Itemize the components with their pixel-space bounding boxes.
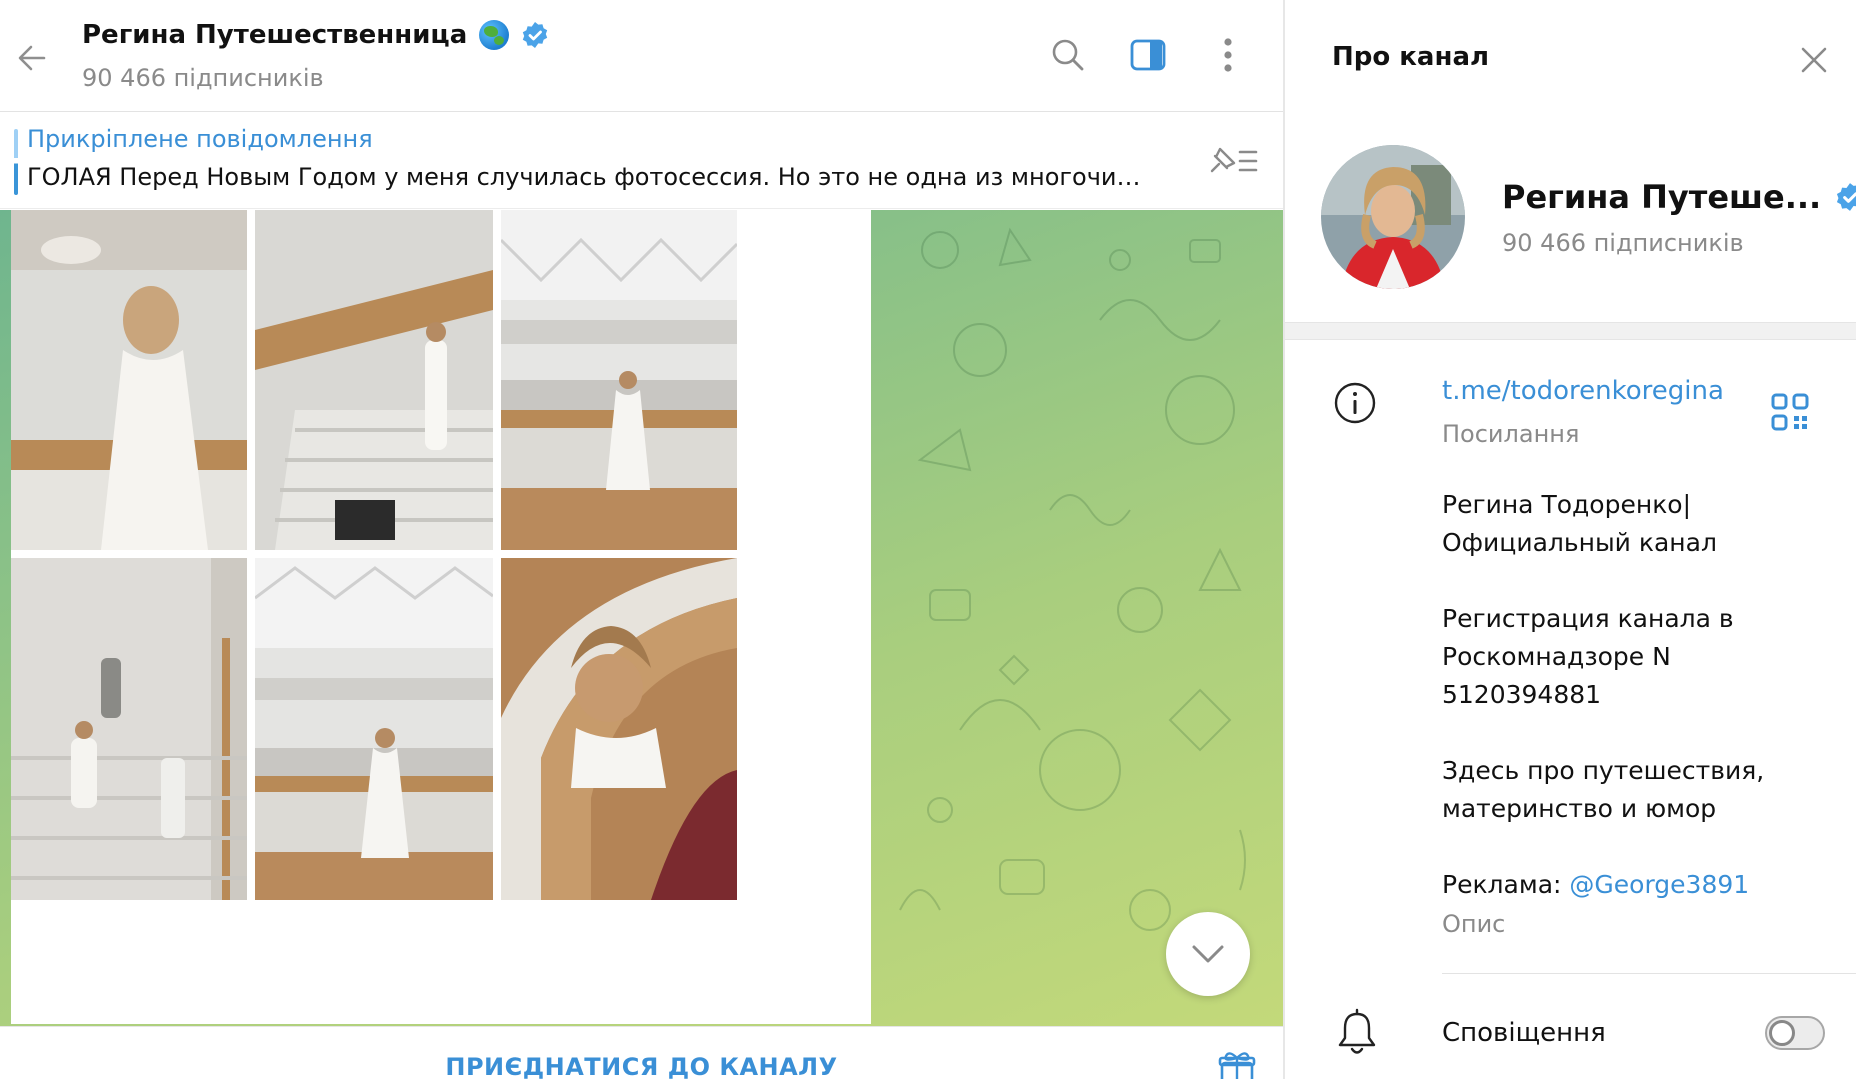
ad-contact-mention[interactable]: @George3891 xyxy=(1569,870,1749,899)
channel-info-panel: Про канал Регина Путеше... 90 466 підпис… xyxy=(1285,0,1856,1079)
gift-icon[interactable] xyxy=(1217,1049,1257,1079)
description-line: Роскомнадзоре N xyxy=(1442,642,1671,671)
pin-list-icon xyxy=(1210,147,1258,173)
search-icon xyxy=(1052,39,1084,71)
more-menu-button[interactable] xyxy=(1203,30,1253,80)
channel-title[interactable]: Регина Путешественница xyxy=(82,20,549,50)
join-channel-button[interactable]: ПРИЄДНАТИСЯ ДО КАНАЛУ xyxy=(0,1027,1283,1079)
album-photo-3[interactable] xyxy=(501,210,737,550)
channel-description: Регина Тодоренко| Официальный канал Реги… xyxy=(1442,486,1822,908)
ad-paragraph: Реклама: @George3891 xyxy=(1442,866,1822,904)
section-separator xyxy=(1285,322,1856,340)
description-line: Официальный канал xyxy=(1442,528,1717,557)
photo-image xyxy=(11,210,247,550)
album-photo-1[interactable] xyxy=(11,210,247,550)
bell-icon xyxy=(1338,1008,1376,1054)
description-line: Здесь про путешествия, xyxy=(1442,756,1765,785)
back-button[interactable] xyxy=(10,36,54,80)
sidebar-toggle-button[interactable] xyxy=(1123,30,1173,80)
description-line: Регистрация канала в xyxy=(1442,604,1734,633)
photo-image xyxy=(501,210,737,550)
album-photo-6[interactable] xyxy=(501,558,737,900)
pinned-indicator xyxy=(14,129,18,195)
qr-code-icon[interactable] xyxy=(1770,392,1810,432)
description-line: Регина Тодоренко| xyxy=(1442,490,1692,519)
pinned-message[interactable]: Прикріплене повідомлення ГОЛАЯ Перед Нов… xyxy=(0,113,1283,209)
channel-avatar[interactable] xyxy=(1321,145,1465,289)
chat-header: Регина Путешественница 90 466 підписникі… xyxy=(0,0,1283,112)
photo-image xyxy=(501,558,737,900)
photo-image xyxy=(255,210,493,550)
info-icon xyxy=(1334,382,1376,424)
notifications-label: Сповіщення xyxy=(1442,1018,1606,1048)
photo-image xyxy=(255,558,493,900)
description-paragraph: Здесь про путешествия, материнство и юмо… xyxy=(1442,752,1822,828)
link-label: Посилання xyxy=(1442,420,1580,448)
photo-album xyxy=(11,210,871,1024)
globe-emoji-icon xyxy=(479,20,510,50)
verified-badge-icon xyxy=(1837,183,1856,211)
panel-channel-name: Регина Путеше... xyxy=(1502,178,1856,216)
album-photo-2[interactable] xyxy=(255,210,493,550)
chat-area: Регина Путешественница 90 466 підписникі… xyxy=(0,0,1283,1079)
photo-image xyxy=(11,558,247,900)
ad-prefix: Реклама: xyxy=(1442,870,1570,899)
search-button[interactable] xyxy=(1043,30,1093,80)
pinned-text: ГОЛАЯ Перед Новым Годом у меня случилась… xyxy=(27,163,1147,191)
album-photo-5[interactable] xyxy=(255,558,493,900)
panel-channel-name-text: Регина Путеше... xyxy=(1502,178,1822,216)
album-photo-4[interactable] xyxy=(11,558,247,900)
sidebar-panel-icon xyxy=(1130,39,1166,71)
panel-title: Про канал xyxy=(1332,42,1490,72)
close-icon xyxy=(1801,47,1827,73)
more-vertical-icon xyxy=(1224,38,1232,72)
pinned-list-button[interactable] xyxy=(1203,137,1261,185)
description-line: 5120394881 xyxy=(1442,680,1602,709)
notifications-toggle[interactable] xyxy=(1765,1016,1825,1050)
header-actions xyxy=(1043,30,1253,80)
bottom-bar: ПРИЄДНАТИСЯ ДО КАНАЛУ xyxy=(0,1026,1283,1079)
description-paragraph: Регистрация канала в Роскомнадзоре N 512… xyxy=(1442,600,1822,714)
description-label: Опис xyxy=(1442,910,1506,938)
close-panel-button[interactable] xyxy=(1790,36,1838,84)
notifications-separator xyxy=(1442,973,1856,974)
subscriber-count: 90 466 підписників xyxy=(82,64,324,92)
channel-link[interactable]: t.me/todorenkoregina xyxy=(1442,376,1724,406)
description-paragraph: Регина Тодоренко| Официальный канал xyxy=(1442,486,1822,562)
panel-subscriber-count: 90 466 підписників xyxy=(1502,229,1744,257)
scroll-to-bottom-button[interactable] xyxy=(1166,912,1250,996)
description-line: материнство и юмор xyxy=(1442,794,1717,823)
arrow-left-icon xyxy=(18,45,46,71)
verified-badge-icon xyxy=(523,22,548,48)
pinned-title: Прикріплене повідомлення xyxy=(27,125,373,153)
channel-title-text: Регина Путешественница xyxy=(82,20,468,50)
chevron-down-icon xyxy=(1192,945,1224,963)
avatar-image xyxy=(1321,145,1465,289)
